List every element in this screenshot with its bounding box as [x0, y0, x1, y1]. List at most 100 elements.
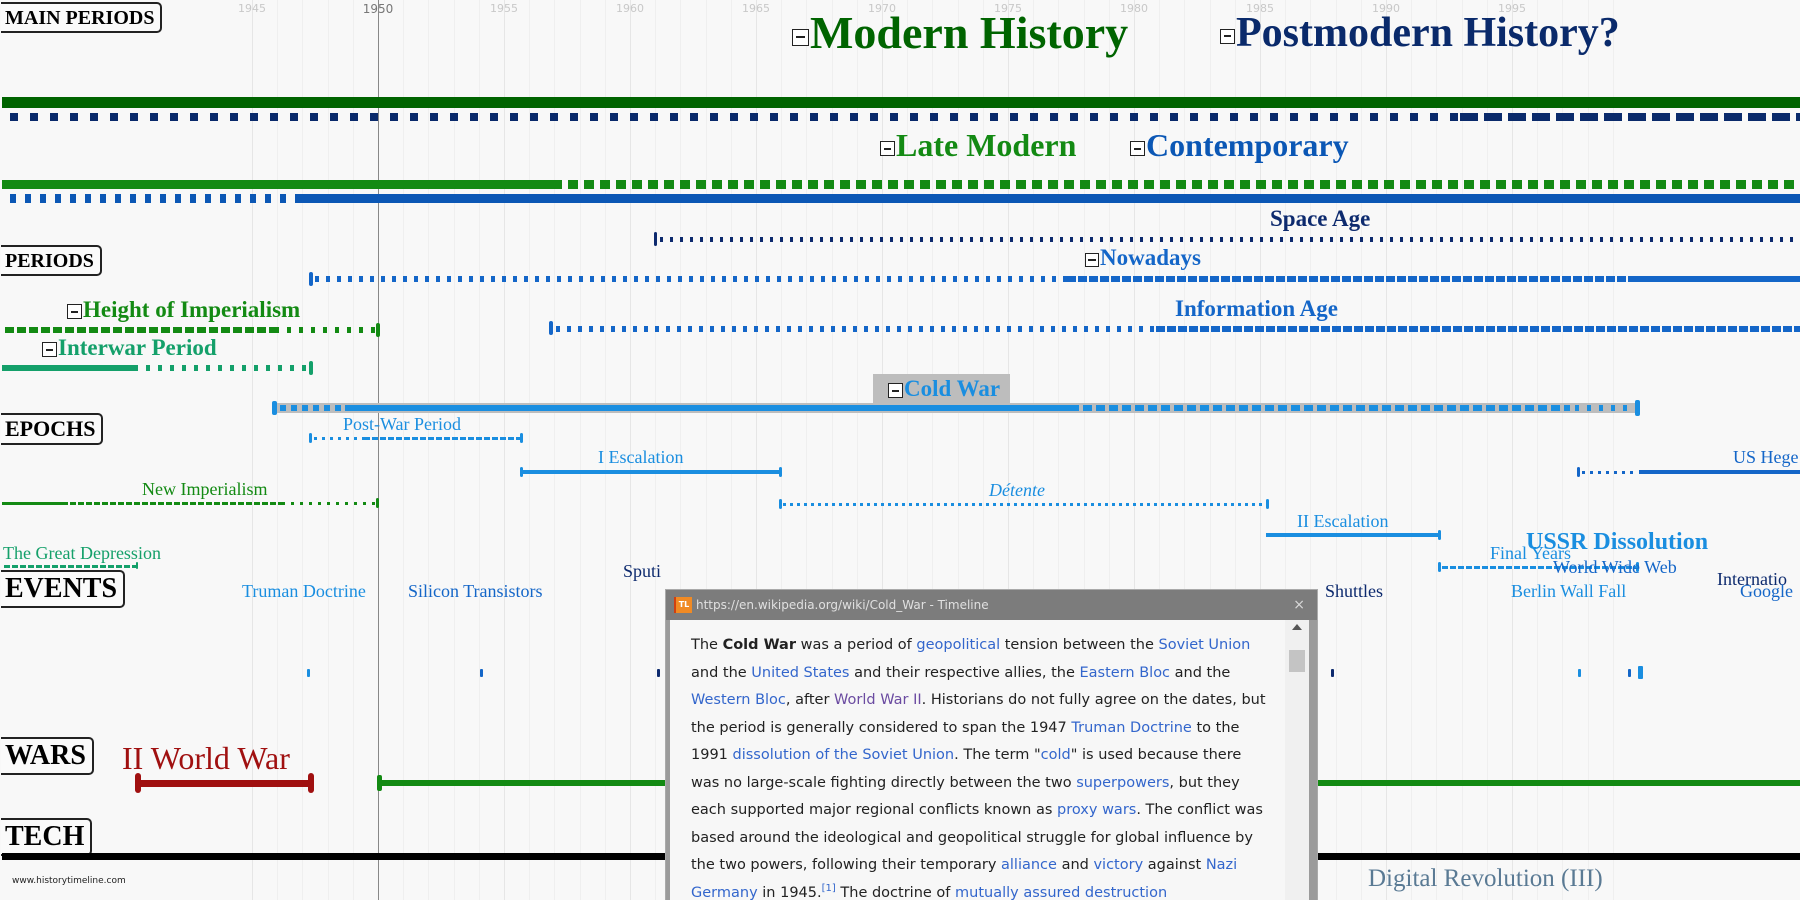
i-escalation-label[interactable]: I Escalation — [598, 448, 683, 466]
new-imperialism-bar-solid[interactable] — [2, 502, 62, 505]
late-modern-bar-solid[interactable] — [2, 180, 562, 189]
wikipedia-popup[interactable]: TL https://en.wikipedia.org/wiki/Cold_Wa… — [666, 590, 1317, 900]
postmodern-history-label[interactable]: Postmodern History? — [1220, 12, 1620, 54]
detente-label[interactable]: Détente — [989, 481, 1045, 499]
ii-world-war-label[interactable]: II World War — [122, 742, 290, 774]
nowadays-bar-dashed[interactable] — [1067, 276, 1637, 282]
late-modern-bar-dashed[interactable] — [568, 180, 1800, 189]
new-imperialism-bar-dashed[interactable] — [62, 502, 282, 505]
information-age-bar-dashed[interactable] — [1156, 326, 1800, 332]
collapse-icon[interactable] — [1220, 28, 1235, 44]
article-link[interactable]: cold — [1041, 747, 1071, 763]
modern-history-label[interactable]: Modern History — [792, 10, 1128, 56]
new-imperialism-bar-dotted[interactable] — [282, 502, 376, 505]
article-link[interactable]: Western Bloc — [691, 692, 786, 708]
nowadays-bar-dotted[interactable] — [315, 276, 1067, 282]
height-of-imperialism-bar-dashed[interactable] — [5, 327, 275, 333]
digital-revolution-label[interactable]: Digital Revolution (III) — [1368, 866, 1603, 891]
cold-war-bar-dotted-start[interactable] — [280, 405, 345, 411]
article-link[interactable]: alliance — [1001, 857, 1057, 873]
article-link[interactable]: mutually assured destruction — [955, 885, 1167, 900]
ii-escalation-label[interactable]: II Escalation — [1297, 512, 1388, 530]
height-of-imperialism-label[interactable]: Height of Imperialism — [67, 298, 300, 321]
information-age-label[interactable]: Information Age — [1175, 297, 1338, 320]
collapse-icon[interactable] — [1130, 141, 1145, 157]
close-icon[interactable]: × — [1293, 590, 1305, 620]
information-age-bar-dotted[interactable] — [556, 326, 1156, 332]
interwar-period-bar-solid[interactable] — [2, 365, 138, 371]
nowadays-text: Nowadays — [1100, 245, 1201, 270]
post-war-bar-dotted[interactable] — [314, 437, 364, 440]
event-label[interactable]: USSR Dissolution — [1526, 530, 1708, 554]
us-hegemony-label[interactable]: US Hege — [1733, 448, 1799, 466]
post-war-bar-dashed[interactable] — [364, 437, 520, 440]
us-hegemony-bar-solid[interactable] — [1639, 470, 1800, 474]
post-war-period-label[interactable]: Post-War Period — [343, 415, 461, 433]
event-label[interactable]: World Wide Web — [1553, 558, 1677, 576]
contemporary-bar-solid[interactable] — [300, 194, 1800, 203]
cold-war-bar-dotted-end[interactable] — [1575, 405, 1633, 411]
article-link[interactable]: World War II — [834, 692, 922, 708]
detente-bar[interactable] — [783, 503, 1267, 506]
year-minor-gridline — [302, 0, 304, 900]
height-of-imperialism-bar-dotted[interactable] — [275, 327, 375, 333]
interwar-period-bar-dotted[interactable] — [146, 365, 310, 371]
popup-body[interactable]: The Cold War was a period of geopolitica… — [670, 620, 1309, 900]
great-depression-label[interactable]: The Great Depression — [3, 544, 161, 562]
great-depression-bar[interactable] — [4, 565, 136, 568]
collapse-icon[interactable] — [792, 28, 809, 46]
article-link[interactable]: geopolitical — [916, 637, 1000, 653]
space-age-bar[interactable] — [660, 237, 1800, 242]
modern-history-bar[interactable] — [2, 97, 1800, 108]
event-marker[interactable] — [1578, 669, 1581, 677]
popup-scrollbar[interactable] — [1285, 620, 1309, 900]
event-label[interactable]: Truman Doctrine — [242, 582, 366, 600]
article-link[interactable]: victory — [1093, 857, 1143, 873]
cold-war-bar-dashed[interactable] — [1070, 405, 1570, 411]
popup-titlebar[interactable]: TL https://en.wikipedia.org/wiki/Cold_Wa… — [666, 590, 1317, 620]
collapse-icon[interactable] — [42, 342, 57, 358]
late-modern-label[interactable]: Late Modern — [880, 129, 1076, 161]
event-label[interactable]: Shuttles — [1325, 582, 1383, 600]
event-marker[interactable] — [307, 669, 310, 677]
collapse-icon[interactable] — [1085, 252, 1099, 267]
article-link[interactable]: Truman Doctrine — [1071, 720, 1191, 736]
article-link[interactable]: proxy wars — [1057, 802, 1136, 818]
cold-war-label[interactable]: Cold War — [888, 377, 1000, 400]
contemporary-bar-dotted[interactable] — [10, 194, 300, 203]
nowadays-label[interactable]: Nowadays — [1085, 246, 1201, 269]
interwar-period-label[interactable]: Interwar Period — [42, 336, 217, 359]
nowadays-bar-solid[interactable] — [1637, 276, 1800, 282]
i-escalation-bar[interactable] — [523, 470, 781, 474]
event-label[interactable]: Berlin Wall Fall — [1511, 582, 1626, 600]
postmodern-history-bar-dashed[interactable] — [1460, 113, 1800, 121]
us-hegemony-bar-dotted[interactable] — [1582, 471, 1637, 474]
article-link[interactable]: dissolution of the Soviet Union — [733, 747, 955, 763]
event-label[interactable]: Google — [1740, 582, 1793, 600]
postmodern-history-bar-dotted[interactable] — [10, 113, 1460, 121]
ii-escalation-bar[interactable] — [1266, 533, 1440, 537]
cold-war-bar-solid[interactable] — [345, 405, 1070, 411]
event-marker[interactable] — [1628, 669, 1631, 677]
event-marker[interactable] — [480, 669, 483, 677]
event-label[interactable]: Silicon Transistors — [408, 582, 543, 600]
article-link[interactable]: United States — [751, 665, 849, 681]
ii-world-war-bar[interactable] — [138, 780, 312, 787]
year-minor-gridline — [453, 0, 455, 900]
article-link[interactable]: [1] — [822, 883, 836, 900]
event-marker[interactable] — [657, 669, 660, 677]
article-link[interactable]: superpowers — [1076, 775, 1169, 791]
article-link[interactable]: Soviet Union — [1159, 637, 1251, 653]
space-age-label[interactable]: Space Age — [1270, 207, 1370, 230]
event-marker[interactable] — [1331, 669, 1334, 677]
event-label[interactable]: Sputi — [623, 562, 661, 580]
collapse-icon[interactable] — [888, 383, 903, 399]
scroll-thumb[interactable] — [1289, 650, 1305, 672]
event-marker[interactable] — [1638, 666, 1643, 679]
scroll-up-icon[interactable] — [1292, 624, 1302, 630]
contemporary-label[interactable]: Contemporary — [1130, 129, 1349, 161]
collapse-icon[interactable] — [67, 304, 82, 320]
new-imperialism-label[interactable]: New Imperialism — [142, 480, 267, 498]
article-link[interactable]: Eastern Bloc — [1080, 665, 1171, 681]
collapse-icon[interactable] — [880, 141, 895, 157]
